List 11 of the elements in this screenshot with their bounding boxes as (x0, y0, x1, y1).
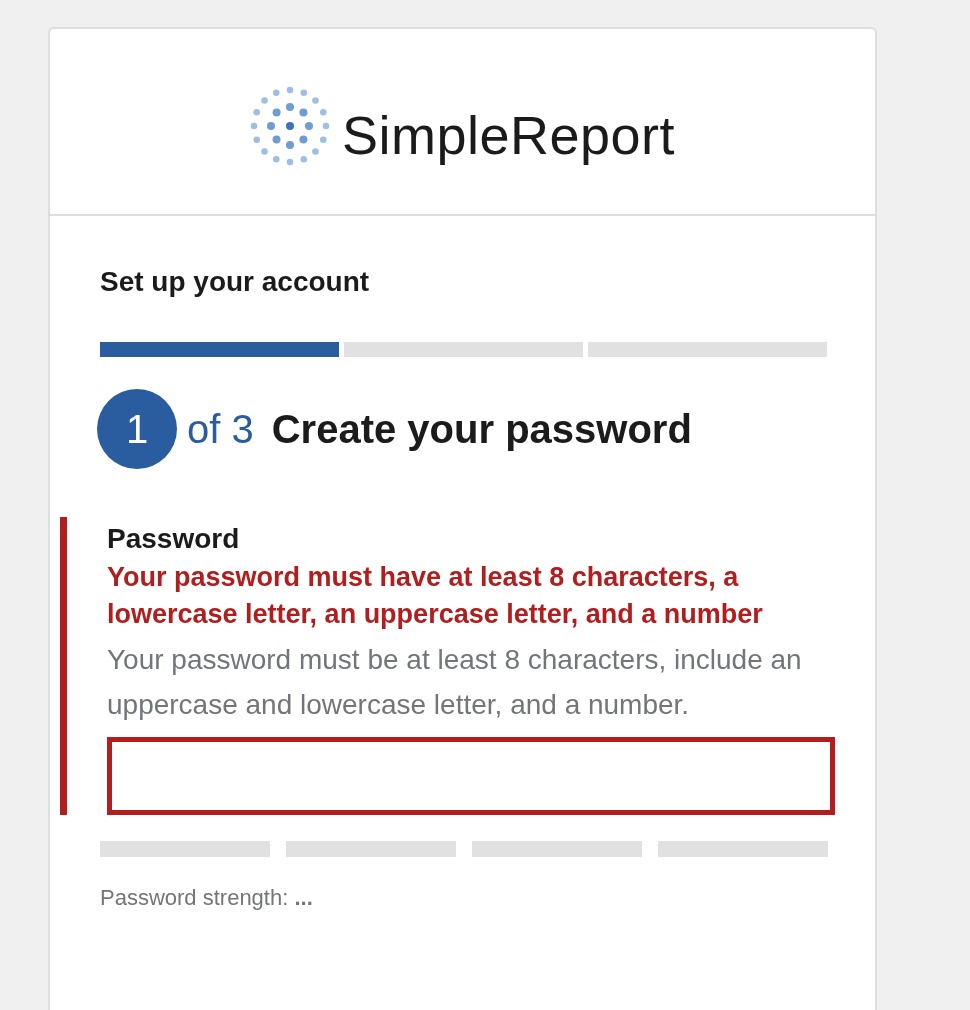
step-number: 1 (97, 389, 177, 469)
strength-text: Password strength: ... (100, 885, 314, 911)
page-title: Set up your account (100, 266, 371, 298)
step-total: of 3 (187, 406, 254, 452)
field-hint: Your password must be at least 8 characters, include an uppercase and lowercase letter, and a number. (107, 643, 803, 722)
dots-logo-icon (249, 85, 330, 166)
field-label: Password (107, 522, 241, 556)
logo-text: SimpleReport (341, 103, 676, 166)
error-message: Your password must have at least 8 characters, a lowercase letter, an uppercase letter, and a number (107, 561, 764, 631)
password-field[interactable] (107, 737, 835, 815)
step-heading: Create your password (271, 406, 692, 452)
